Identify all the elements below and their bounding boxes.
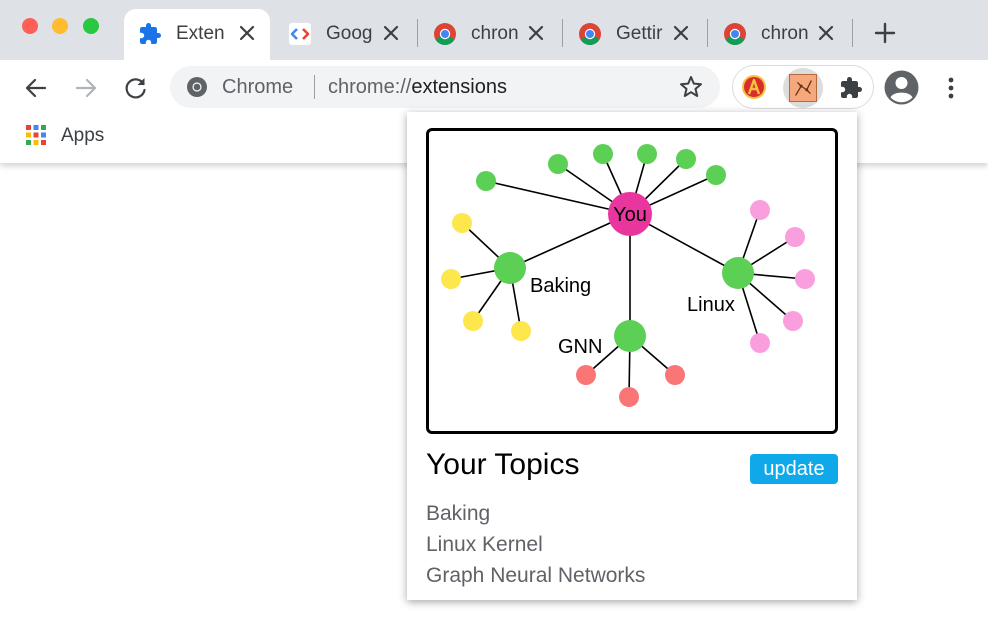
- chrome-logo-icon: [187, 77, 207, 97]
- topic-graph: You Baking Linux GNN: [426, 128, 838, 434]
- baking-hub-node: [494, 252, 526, 284]
- tab-strip: Exten Goog chron Gettir chron: [0, 0, 988, 60]
- address-divider: [314, 75, 315, 99]
- graph-node: [463, 311, 483, 331]
- chrome-icon: [724, 23, 746, 45]
- gnn-hub-node: [614, 320, 646, 352]
- bookmark-star-icon[interactable]: [678, 74, 704, 100]
- minimize-window-button[interactable]: [52, 18, 68, 34]
- topic-item-linux-kernel: Linux Kernel: [426, 533, 543, 556]
- tab-separator: [707, 19, 708, 47]
- tab-separator: [562, 19, 563, 47]
- extensions-area: [732, 65, 874, 109]
- tab-chrome-1[interactable]: chron: [419, 9, 559, 60]
- graph-node: [750, 200, 770, 220]
- linux-hub-node: [722, 257, 754, 289]
- graph-node: [576, 365, 596, 385]
- back-arrow-icon[interactable]: [22, 74, 50, 102]
- address-bar[interactable]: Chrome chrome://extensions: [170, 66, 720, 108]
- chrome-icon: [434, 23, 456, 45]
- close-tab-icon[interactable]: [815, 22, 837, 44]
- tab-google-code[interactable]: Goog: [274, 9, 414, 60]
- close-tab-icon[interactable]: [380, 22, 402, 44]
- tab-title: Gettir: [616, 23, 663, 44]
- profile-avatar-icon[interactable]: [884, 70, 919, 105]
- graph-node: [676, 149, 696, 169]
- chrome-icon: [579, 23, 601, 45]
- topic-item-baking: Baking: [426, 502, 491, 525]
- your-topics-heading: Your Topics: [426, 448, 580, 481]
- tab-separator: [417, 19, 418, 47]
- puzzle-icon: [140, 23, 161, 44]
- maximize-window-button[interactable]: [83, 18, 99, 34]
- apps-grid-icon[interactable]: [26, 125, 46, 145]
- graph-node: [476, 171, 496, 191]
- toolbar: Chrome chrome://extensions: [0, 60, 988, 115]
- graph-node: [637, 144, 657, 164]
- graph-node: [783, 311, 803, 331]
- update-button[interactable]: update: [750, 454, 838, 484]
- graph-node: [795, 269, 815, 289]
- close-window-button[interactable]: [22, 18, 38, 34]
- tab-title: Goog: [326, 23, 373, 44]
- reload-icon[interactable]: [122, 74, 150, 102]
- graph-node: [706, 165, 726, 185]
- tab-title: Exten: [176, 23, 225, 44]
- tab-title: chron: [471, 23, 519, 44]
- topics-popup: You Baking Linux GNN Your Topics update …: [407, 112, 857, 600]
- topics-extension-icon: [789, 74, 817, 102]
- close-tab-icon[interactable]: [236, 22, 258, 44]
- url-scheme: chrome://: [328, 76, 412, 98]
- you-label: You: [613, 204, 647, 226]
- graph-node: [785, 227, 805, 247]
- topics-extension-button[interactable]: [783, 68, 823, 108]
- graph-node: [441, 269, 461, 289]
- gnn-leaves: [576, 365, 685, 407]
- graph-node: [593, 144, 613, 164]
- new-tab-icon[interactable]: [872, 20, 898, 46]
- apps-bookmark[interactable]: Apps: [61, 125, 104, 147]
- url-path: extensions: [411, 76, 507, 98]
- graph-node: [511, 321, 531, 341]
- address-url: chrome://extensions: [328, 76, 507, 99]
- tab-title: chron: [761, 23, 809, 44]
- linux-node-label: Linux: [687, 294, 735, 316]
- tab-extensions[interactable]: Exten: [124, 9, 270, 60]
- graph-node: [452, 213, 472, 233]
- forward-arrow-icon[interactable]: [72, 74, 100, 102]
- address-host: Chrome: [222, 76, 294, 98]
- kebab-menu-icon[interactable]: [940, 74, 962, 102]
- extension-a-icon[interactable]: [741, 74, 767, 100]
- topic-item-graph-neural-networks: Graph Neural Networks: [426, 564, 646, 587]
- graph-node: [619, 387, 639, 407]
- graph-node: [548, 154, 568, 174]
- topic-graph-svg: You Baking Linux GNN: [441, 144, 815, 407]
- baking-node-label: Baking: [530, 275, 591, 297]
- tab-chrome-2[interactable]: chron: [709, 9, 849, 60]
- tab-separator: [852, 19, 853, 47]
- close-tab-icon[interactable]: [525, 22, 547, 44]
- gnn-node-label: GNN: [558, 336, 602, 358]
- graph-node: [665, 365, 685, 385]
- google-code-icon: [289, 23, 311, 45]
- graph-node: [750, 333, 770, 353]
- tab-getting-started[interactable]: Gettir: [564, 9, 704, 60]
- close-tab-icon[interactable]: [670, 22, 692, 44]
- extensions-puzzle-icon[interactable]: [839, 76, 863, 100]
- you-neighbors: [476, 144, 754, 352]
